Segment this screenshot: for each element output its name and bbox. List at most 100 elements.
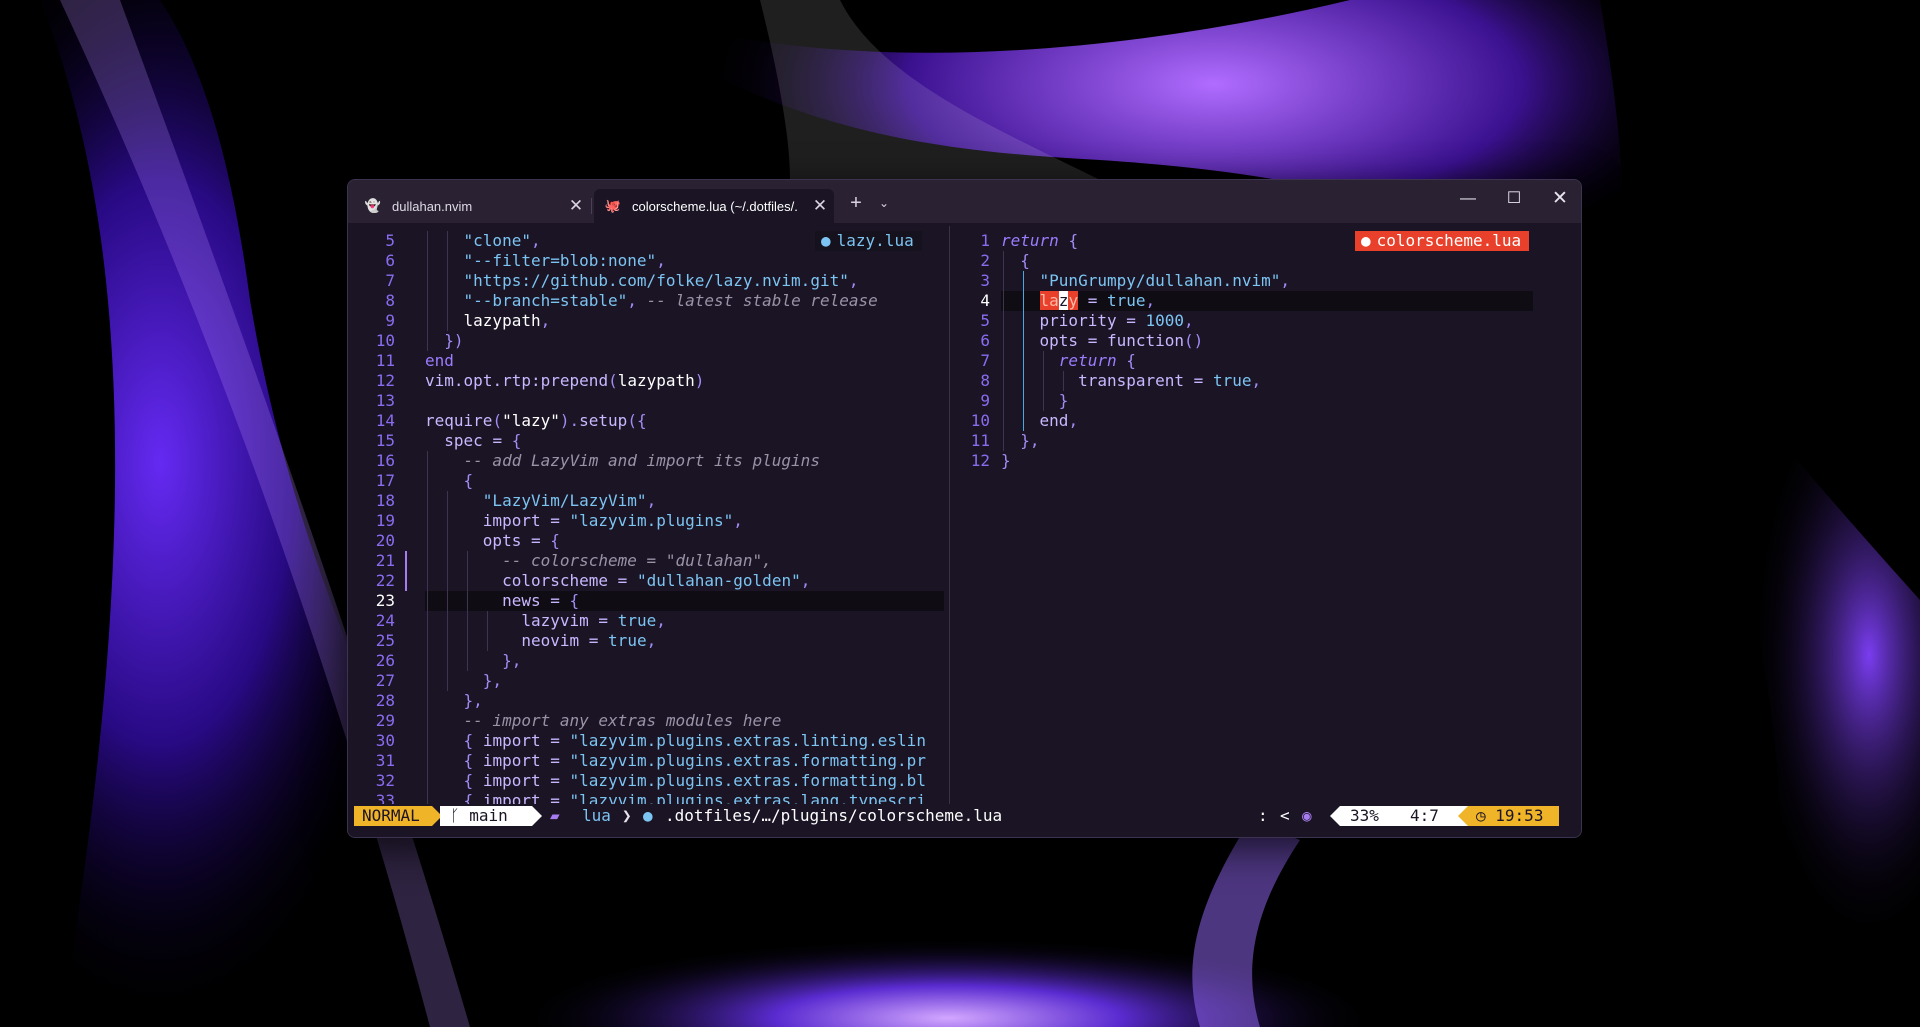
line-number: 2 [980, 251, 990, 270]
minimize-button[interactable]: — [1445, 180, 1491, 218]
line-number: 22 [375, 571, 395, 590]
code-line: 9 lazypath, [348, 311, 944, 331]
close-window-button[interactable]: ✕ [1537, 180, 1581, 218]
code-line: 8 transparent = true, [952, 371, 1581, 391]
neovim-editor[interactable]: 5 "clone", 6 "--filter=blob:none", 7 "ht… [348, 223, 1581, 837]
scroll-percent: 33% [1340, 806, 1396, 826]
git-branch: ᚴ main [440, 806, 532, 826]
code-line: 19 import = "lazyvim.plugins", [348, 511, 944, 531]
tab-separator [591, 198, 592, 214]
powerline-separator [1458, 806, 1468, 826]
tab-label: dullahan.nvim [392, 198, 473, 214]
line-number: 13 [375, 391, 395, 410]
line-number: 28 [375, 691, 395, 710]
code-line: 20 opts = { [348, 531, 944, 551]
code-line: 10 end, [952, 411, 1581, 431]
statusline-colon: : [1258, 806, 1268, 825]
line-number: 8 [385, 291, 395, 310]
git-sign-changed [405, 551, 407, 591]
line-number: 18 [375, 491, 395, 510]
line-number: 6 [980, 331, 990, 350]
code-line: 28 }, [348, 691, 944, 711]
left-split-pane[interactable]: 5 "clone", 6 "--filter=blob:none", 7 "ht… [348, 226, 944, 804]
code-line: 27 }, [348, 671, 944, 691]
line-number: 8 [980, 371, 990, 390]
line-number: 3 [980, 271, 990, 290]
line-number: 10 [970, 411, 990, 430]
new-tab-button[interactable]: + [842, 191, 870, 215]
filetype-label: lua [582, 806, 611, 825]
code-line-cursor: 4 lazy = true, [952, 291, 1581, 311]
code-line: 12 vim.opt.rtp:prepend(lazypath) [348, 371, 944, 391]
line-number: 15 [375, 431, 395, 450]
code-line: 26 }, [348, 651, 944, 671]
code-line: 11 end [348, 351, 944, 371]
split-divider[interactable] [949, 226, 950, 804]
chevron-left-icon: < [1280, 806, 1290, 825]
code-line: 12} [952, 451, 1581, 471]
powerline-separator [532, 806, 542, 826]
code-line-cursor: 23 news = { [348, 591, 944, 611]
line-number: 32 [375, 771, 395, 790]
code-line: 24 lazyvim = true, [348, 611, 944, 631]
code-line: 2 { [952, 251, 1581, 271]
line-number: 6 [385, 251, 395, 270]
line-number: 16 [375, 451, 395, 470]
line-number: 9 [385, 311, 395, 330]
line-number: 14 [375, 411, 395, 430]
code-line: 33 { import = "lazyvim.plugins.extras.la… [348, 791, 944, 804]
line-number: 19 [375, 511, 395, 530]
code-line: 13 [348, 391, 944, 411]
code-line: 30 { import = "lazyvim.plugins.extras.li… [348, 731, 944, 751]
line-number: 27 [375, 671, 395, 690]
line-number: 10 [375, 331, 395, 350]
line-number: 7 [385, 271, 395, 290]
line-number: 7 [980, 351, 990, 370]
winbar-filename-label: lazy.lua [836, 231, 914, 250]
code-line: 6 opts = function() [952, 331, 1581, 351]
tab-close-button[interactable]: ✕ [806, 196, 834, 216]
file-path[interactable]: .dotfiles/…/plugins/colorscheme.lua [665, 806, 1002, 826]
line-number: 21 [375, 551, 395, 570]
maximize-button[interactable]: ☐ [1491, 180, 1537, 218]
mode-indicator: NORMAL [354, 806, 432, 826]
winbar-filename[interactable]: ● colorscheme.lua [1355, 231, 1530, 251]
tab-dropdown-button[interactable]: ⌄ [870, 191, 898, 215]
line-number: 23 [375, 591, 395, 610]
ghost-icon: 👻 [364, 198, 382, 213]
tab-colorscheme-lua[interactable]: 🐙 colorscheme.lua (~/.dotfiles/. ✕ [594, 189, 834, 223]
copilot-icon: ◉ [1302, 806, 1312, 825]
code-line: 5 priority = 1000, [952, 311, 1581, 331]
line-number: 11 [970, 431, 990, 450]
tab-label: colorscheme.lua (~/.dotfiles/. [632, 198, 798, 214]
code-line: 29 -- import any extras modules here [348, 711, 944, 731]
code-line: 21 -- colorscheme = "dullahan", [348, 551, 944, 571]
code-line: 14 require("lazy").setup({ [348, 411, 944, 431]
line-number: 25 [375, 631, 395, 650]
lua-file-icon: ● [821, 231, 831, 250]
clock: ◷ 19:53 [1468, 806, 1559, 826]
right-split-pane[interactable]: 1 return { 2 { 3 "PunGrumpy/dullahan.nvim… [952, 226, 1581, 804]
code-line: 6 "--filter=blob:none", [348, 251, 944, 271]
code-line: 11 }, [952, 431, 1581, 451]
tab-dullahan-nvim[interactable]: 👻 dullahan.nvim ✕ [354, 189, 590, 223]
line-number: 11 [375, 351, 395, 370]
clock-time: 19:53 [1495, 806, 1544, 825]
code-line: 16 -- add LazyVim and import its plugins [348, 451, 944, 471]
line-number: 33 [375, 791, 395, 804]
winbar-filename[interactable]: ● lazy.lua [815, 231, 922, 251]
powerline-separator [1330, 806, 1340, 826]
code-line: 3 "PunGrumpy/dullahan.nvim", [952, 271, 1581, 291]
line-number: 5 [385, 231, 395, 250]
folder-icon: ▰ [550, 806, 560, 825]
line-number: 12 [970, 451, 990, 470]
terminal-window: 👻 dullahan.nvim ✕ 🐙 colorscheme.lua (~/.… [347, 179, 1582, 838]
line-number: 17 [375, 471, 395, 490]
title-bar: 👻 dullahan.nvim ✕ 🐙 colorscheme.lua (~/.… [348, 180, 1581, 223]
lua-file-icon: ● [643, 806, 653, 825]
lua-file-icon: ● [1361, 231, 1371, 250]
code-line: 15 spec = { [348, 431, 944, 451]
code-line: 8 "--branch=stable", -- latest stable re… [348, 291, 944, 311]
tab-close-button[interactable]: ✕ [562, 196, 590, 216]
statusline: NORMAL ᚴ main ▰ lua ❯ ● .dotfiles/…/plug… [354, 806, 1559, 826]
